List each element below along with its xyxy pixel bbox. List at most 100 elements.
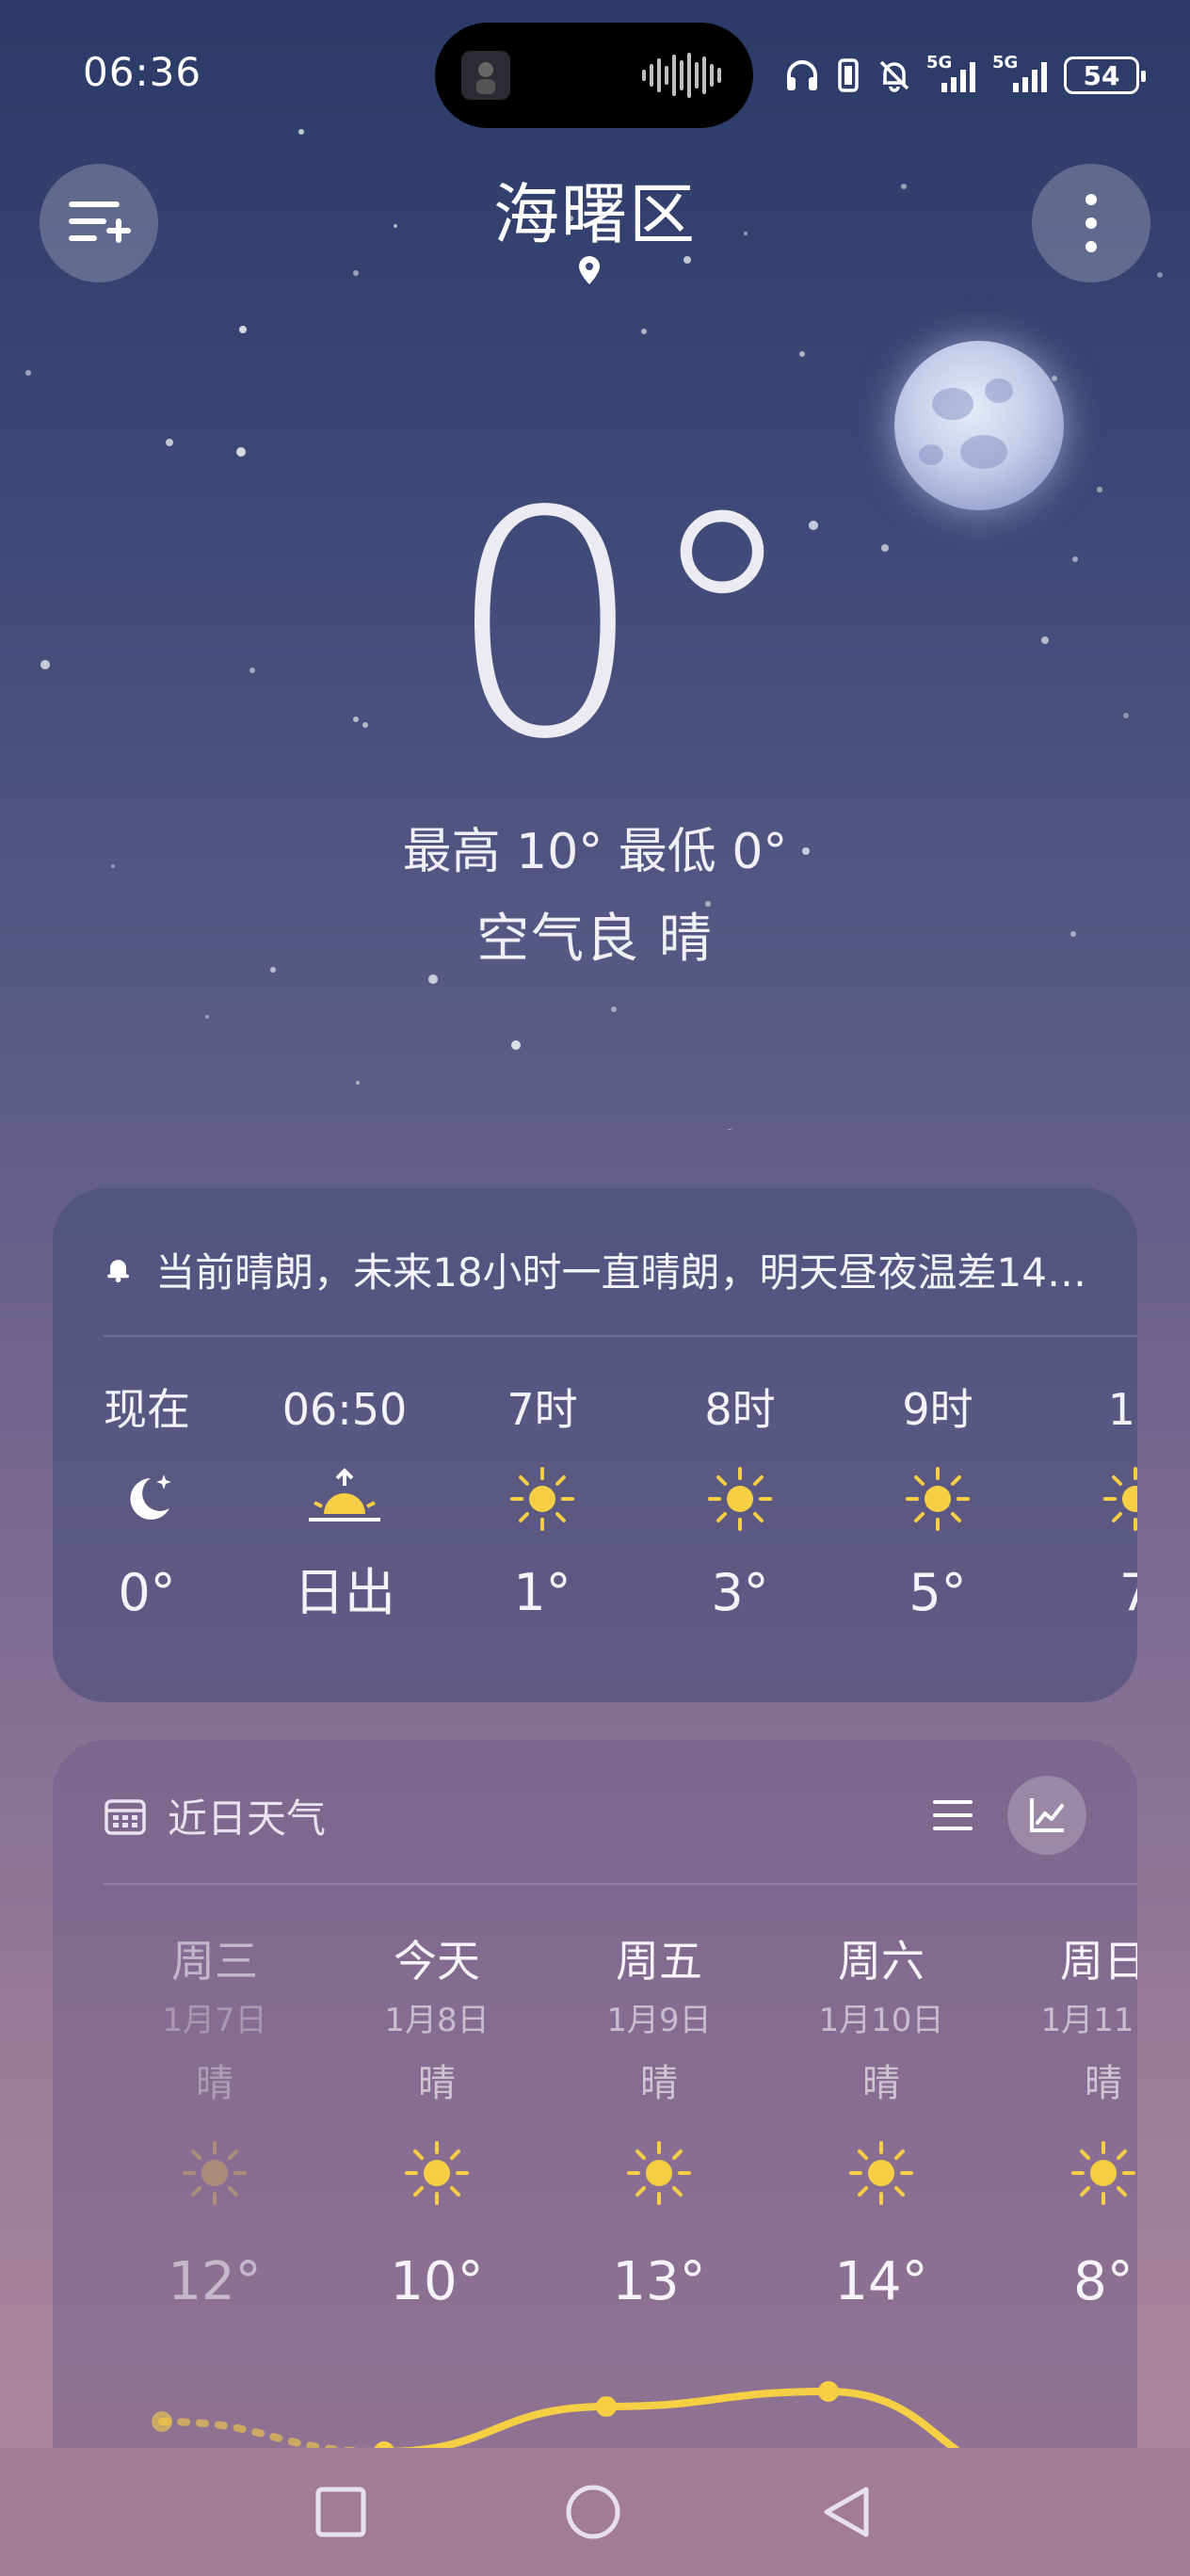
bell-off-icon [879, 60, 909, 92]
sun-icon [510, 1467, 574, 1531]
day-item[interactable]: 周三 1月7日 晴 12° [121, 1928, 309, 2339]
sun-icon [1103, 1467, 1137, 1531]
moon-stars-icon [130, 1474, 171, 1520]
day-item[interactable]: 今天 1月8日 晴 10° [343, 1928, 531, 2339]
sun-icon [405, 2141, 469, 2205]
day-temp: 14° [834, 2251, 928, 2312]
hour-item[interactable]: 8时 3° [646, 1377, 834, 1631]
day-temp: 10° [390, 2251, 484, 2312]
day-item[interactable]: 周五 1月9日 晴 13° [565, 1928, 753, 2339]
recents-square-icon [315, 2487, 366, 2537]
audio-wave-icon [642, 53, 721, 98]
sun-icon [627, 2141, 691, 2205]
hour-label: 7时 [507, 1384, 578, 1435]
day-name: 周三 [171, 1936, 258, 1987]
day-item[interactable]: 周日 1月11日 晴 8° [1009, 1928, 1137, 2339]
sun-icon [849, 2141, 913, 2205]
list-view-button[interactable] [925, 1787, 981, 1843]
home-circle-icon [566, 2485, 620, 2539]
media-thumbnail [461, 51, 510, 100]
day-date: 1月11日 [1040, 2002, 1137, 2039]
hour-temp: 0° [118, 1563, 176, 1622]
status-bar: 06:36 5G 5G 54 [0, 0, 1190, 151]
sun-icon [1071, 2141, 1135, 2205]
hour-item[interactable]: 7时 1° [448, 1377, 636, 1631]
sun-icon [183, 2141, 247, 2205]
day-condition: 晴 [862, 2062, 900, 2105]
battery-indicator: 54 [1064, 56, 1146, 94]
day-name: 周六 [838, 1936, 925, 1987]
hour-item[interactable]: 06:50 日出 [250, 1377, 439, 1631]
day-name: 周日 [1060, 1936, 1137, 1987]
hour-label: 9时 [902, 1384, 973, 1435]
hour-temp: 3° [711, 1563, 769, 1622]
status-time: 06:36 [83, 49, 202, 95]
hour-temp: 日出 [294, 1563, 395, 1622]
air-quality-condition[interactable]: 空气良 晴 [0, 896, 1190, 973]
hour-label: 现在 [104, 1384, 190, 1435]
dynamic-island[interactable] [435, 23, 753, 128]
weather-alert-text: 当前晴朗，未来18小时一直晴朗，明天昼夜温差14… [155, 1248, 1086, 1296]
divider [104, 1883, 1137, 1885]
daily-title: 近日天气 [168, 1795, 327, 1842]
day-condition: 晴 [418, 2062, 456, 2105]
sun-icon [708, 1467, 772, 1531]
vibrate-icon [838, 58, 859, 92]
calendar-icon [105, 1799, 146, 1835]
city-name[interactable]: 海曙区 [0, 162, 1190, 257]
hour-item[interactable]: 现在 0° [53, 1377, 241, 1631]
hourly-list[interactable]: 现在 0° 06:50 日出 7时 1° 8时 3° 9时 5° 1 7 [53, 1377, 1137, 1678]
hour-label: 10 [1107, 1384, 1137, 1435]
line-chart-icon [1030, 1798, 1064, 1832]
trend-segment [380, 2403, 610, 2455]
divider [104, 1335, 1137, 1337]
weather-alert[interactable]: 当前晴朗，未来18小时一直晴朗，明天昼夜温差14… [104, 1232, 1086, 1307]
sunrise-icon [309, 1468, 380, 1521]
day-name: 今天 [394, 1936, 480, 1987]
hour-temp: 1° [513, 1563, 571, 1622]
day-item[interactable]: 周六 1月10日 晴 14° [787, 1928, 975, 2339]
headphones-icon [787, 60, 817, 90]
list-icon [933, 1800, 973, 1830]
hourly-forecast-card[interactable]: 当前晴朗，未来18小时一直晴朗，明天昼夜温差14… 现在 0° 06:50 日出… [53, 1188, 1137, 1702]
hour-item[interactable]: 10 7 [1041, 1377, 1137, 1631]
trend-segment [603, 2388, 832, 2410]
day-temp: 13° [612, 2251, 706, 2312]
chart-view-button[interactable] [1007, 1776, 1086, 1855]
hour-label: 06:50 [281, 1384, 408, 1435]
trend-point [818, 2381, 839, 2402]
day-temp: 8° [1073, 2251, 1134, 2312]
day-temp: 12° [168, 2251, 262, 2312]
day-date: 1月10日 [818, 2002, 944, 2039]
daily-forecast-card[interactable]: 近日天气 周三 1月7日 晴 12° 今天 1月8日 晴 10° 周五 1月9日… [53, 1740, 1137, 2512]
day-condition: 晴 [196, 2062, 233, 2105]
day-condition: 晴 [1085, 2062, 1122, 2105]
day-date: 1月9日 [606, 2002, 712, 2039]
day-name: 周五 [616, 1936, 702, 1987]
back-triangle-icon [824, 2487, 869, 2537]
hour-temp: 5° [909, 1563, 967, 1622]
back-button[interactable] [810, 2474, 885, 2550]
sun-icon [906, 1467, 970, 1531]
day-date: 1月8日 [384, 2002, 490, 2039]
battery-level: 54 [1083, 59, 1120, 91]
high-low-temperature: 最高 10° 最低 0° [402, 824, 788, 880]
trend-point [596, 2396, 617, 2417]
signal-icon: 5G [992, 53, 1051, 94]
status-icons: 5G 5G 54 [783, 53, 1146, 96]
signal-icon: 5G [926, 53, 979, 94]
day-date: 1月7日 [162, 2002, 267, 2039]
daily-header: 近日天气 [104, 1776, 1086, 1855]
trend-point [152, 2411, 172, 2432]
daily-list[interactable]: 周三 1月7日 晴 12° 今天 1月8日 晴 10° 周五 1月9日 晴 13… [53, 1928, 1137, 2324]
hour-item[interactable]: 9时 5° [844, 1377, 1032, 1631]
hour-temp: 7 [1118, 1563, 1137, 1622]
current-temperature: 0° [446, 445, 800, 807]
recents-button[interactable] [303, 2474, 378, 2550]
day-condition: 晴 [640, 2062, 678, 2105]
navigation-bar [0, 2448, 1190, 2576]
bell-icon [107, 1260, 129, 1283]
hour-label: 8时 [704, 1384, 776, 1435]
home-button[interactable] [555, 2474, 631, 2550]
location-pin-icon [579, 256, 600, 284]
